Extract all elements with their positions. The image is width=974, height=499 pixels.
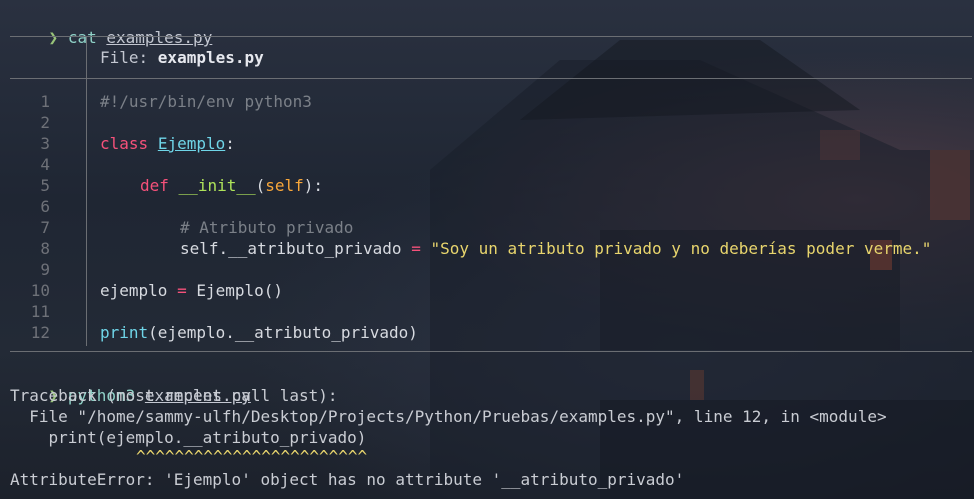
punctuation: ( (255, 176, 266, 195)
code-line-assignment: self.__atributo_privado = "Soy un atribu… (180, 238, 931, 259)
line-number: 8 (40, 239, 50, 258)
keyword: def (140, 176, 169, 195)
punctuation: ): (303, 176, 324, 195)
punctuation: : (225, 134, 235, 153)
call-arguments: (ejemplo.__atributo_privado) (148, 323, 418, 342)
line-number: 7 (40, 218, 50, 237)
line-number: 12 (30, 323, 50, 342)
code-gutter-rule (86, 78, 87, 346)
string-literal: "Soy un atributo privado y no deberías p… (430, 239, 932, 258)
line-number: 10 (30, 281, 50, 300)
line-number: 9 (40, 260, 50, 279)
file-header: File: examples.py (100, 48, 264, 67)
error-message: AttributeError: 'Ejemplo' object has no … (10, 470, 685, 489)
header-gutter-rule (86, 36, 87, 78)
footer-rule (10, 351, 972, 352)
command-argument[interactable]: examples.py (106, 28, 212, 47)
prompt-arrow-icon: ❯ (48, 28, 59, 47)
builtin-function: print (100, 323, 149, 342)
code-line-shebang: #!/usr/bin/env python3 (100, 92, 312, 111)
header-top-rule (10, 36, 972, 37)
operator: = (411, 239, 421, 258)
line-number: 4 (40, 155, 50, 174)
assignment-target: self.__atributo_privado (180, 239, 402, 258)
line-number: 1 (40, 92, 50, 111)
traceback-code-line: print(ejemplo.__atributo_privado) (10, 428, 367, 447)
command-name: cat (67, 28, 97, 47)
code-line-comment: # Atributo privado (180, 218, 354, 237)
line-number: 2 (40, 113, 50, 132)
line-number: 11 (30, 302, 50, 321)
self-param: self (265, 176, 304, 195)
code-line-print: print(ejemplo.__atributo_privado) (100, 322, 418, 343)
line-number: 5 (40, 176, 50, 195)
code-line-class: class Ejemplo: (100, 133, 235, 154)
operator: = (177, 281, 187, 300)
code-line-instance: ejemplo = Ejemplo() (100, 280, 283, 301)
header-bottom-rule (10, 78, 972, 79)
traceback-carets: ^^^^^^^^^^^^^^^^^^^^^^^^ (136, 447, 368, 466)
code-line-def: def __init__(self): (140, 175, 323, 196)
terminal-window[interactable]: ❯ cat examples.py File: examples.py 1 2 … (0, 0, 974, 499)
file-header-filename: examples.py (157, 48, 264, 67)
traceback-file-line: File "/home/sammy-ulfh/Desktop/Projects/… (10, 407, 887, 426)
variable: ejemplo (100, 281, 168, 300)
traceback-header: Traceback (most recent call last): (10, 386, 338, 405)
line-number: 6 (40, 197, 50, 216)
function-name: __init__ (178, 176, 256, 195)
constructor-call: Ejemplo() (196, 281, 284, 300)
line-number: 3 (40, 134, 50, 153)
class-name: Ejemplo (157, 134, 226, 153)
file-header-label: File: (100, 48, 158, 67)
keyword: class (100, 134, 149, 153)
